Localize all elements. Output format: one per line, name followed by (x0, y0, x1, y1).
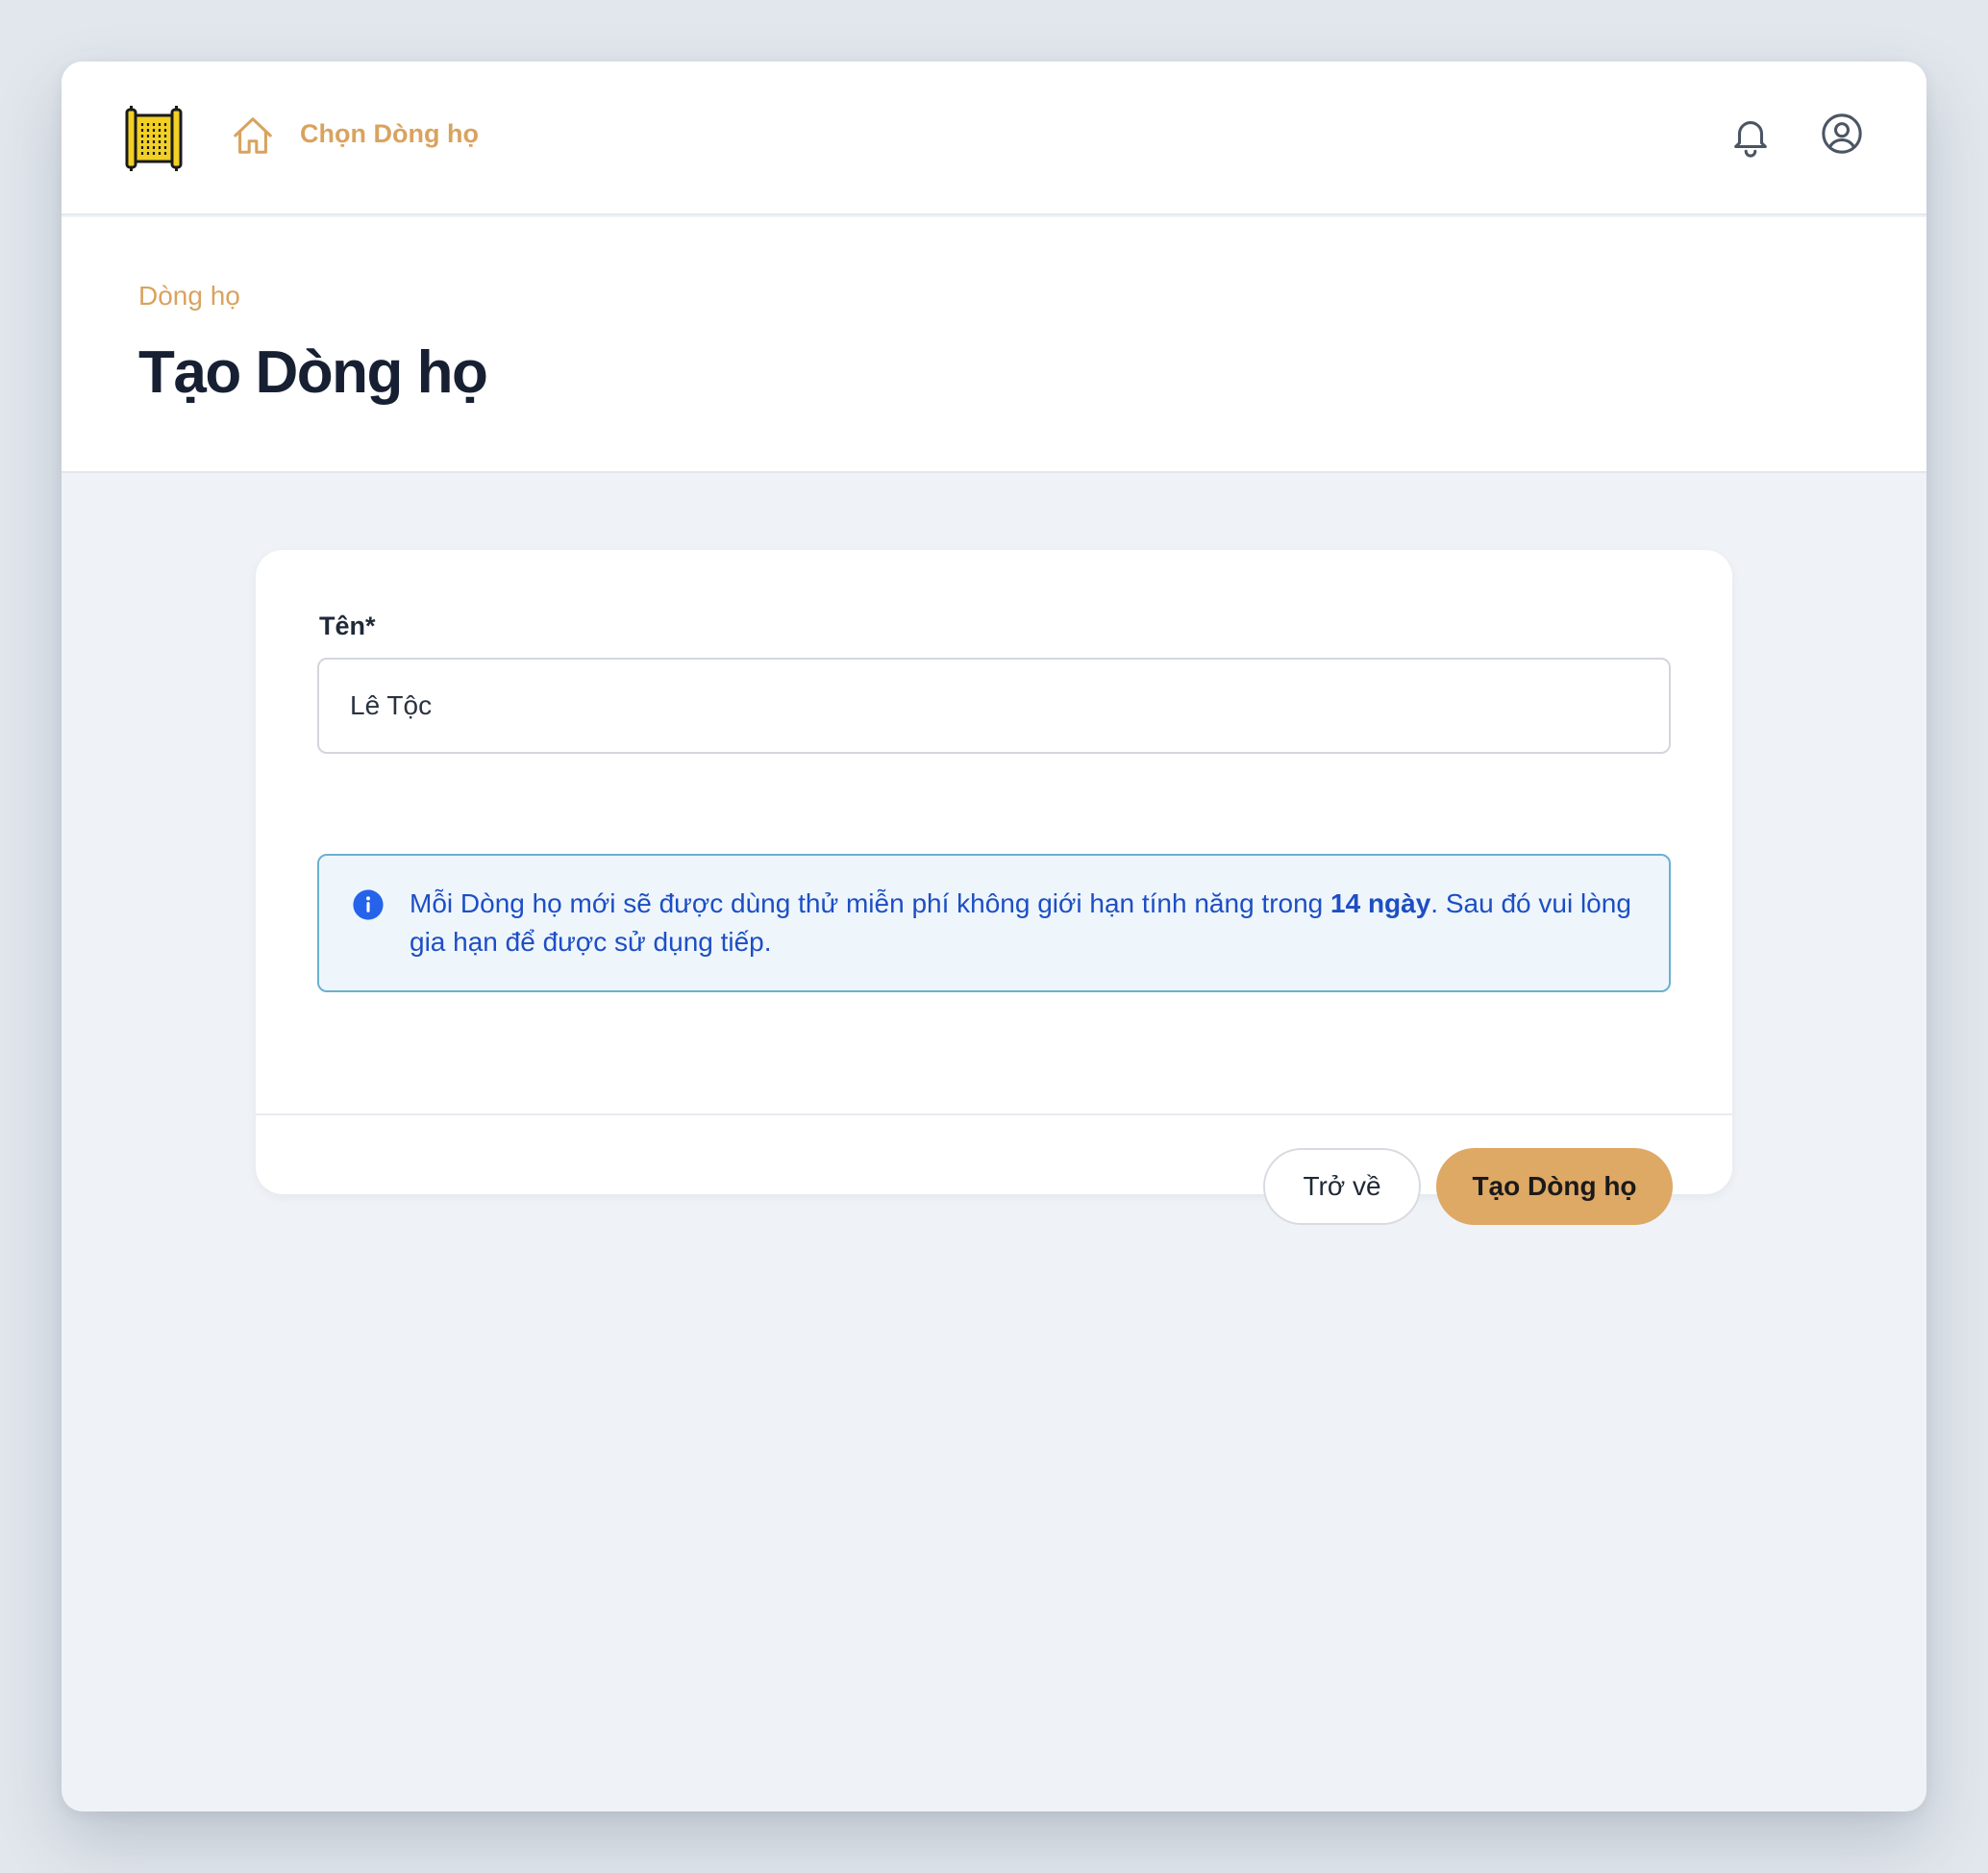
trial-info-text: Mỗi Dòng họ mới sẽ được dùng thử miễn ph… (410, 885, 1650, 961)
user-circle-icon[interactable] (1820, 112, 1864, 156)
trial-info-alert: Mỗi Dòng họ mới sẽ được dùng thử miễn ph… (317, 854, 1671, 992)
name-field-label: Tên* (319, 612, 376, 641)
back-button[interactable]: Trở về (1263, 1148, 1421, 1225)
page-header: Dòng họ Tạo Dòng họ (62, 217, 1926, 473)
bell-icon[interactable] (1728, 113, 1773, 158)
create-family-form: Tên* Mỗi Dòng họ mới sẽ được dùng thử mi… (256, 550, 1732, 1225)
trial-duration: 14 ngày (1330, 888, 1431, 918)
name-label-text: Tên (319, 612, 366, 640)
info-text-part-1: Mỗi Dòng họ mới sẽ được dùng thử miễn ph… (410, 888, 1331, 918)
app-window: Chọn Dòng họ Dòng họ Tạo Dòng họ Tên* Mỗ… (62, 62, 1926, 1811)
name-input[interactable] (317, 658, 1671, 754)
required-mark: * (365, 612, 376, 640)
form-footer-divider (256, 1113, 1732, 1115)
create-family-button[interactable]: Tạo Dòng họ (1436, 1148, 1673, 1225)
info-circle-icon (353, 889, 384, 920)
breadcrumb[interactable]: Dòng họ (138, 281, 240, 312)
home-icon[interactable] (231, 113, 275, 158)
page-title: Tạo Dòng họ (138, 339, 488, 406)
choose-family-link[interactable]: Chọn Dòng họ (300, 119, 479, 149)
scroll-logo[interactable] (123, 106, 185, 171)
top-navbar: Chọn Dòng họ (62, 62, 1926, 215)
